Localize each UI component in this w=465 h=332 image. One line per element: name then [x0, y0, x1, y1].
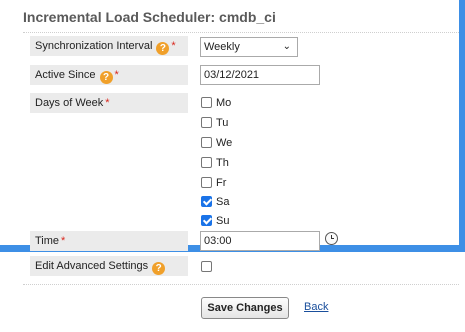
advanced-label-cell: Edit Advanced Settings?	[30, 256, 188, 276]
advanced-label: Edit Advanced Settings	[35, 260, 149, 272]
day-label-tu: Tu	[216, 117, 229, 129]
day-label-th: Th	[216, 157, 229, 169]
interval-label-cell: Synchronization Interval? *	[30, 36, 188, 56]
form-divider	[23, 284, 459, 285]
page-title: Incremental Load Scheduler: cmdb_ci	[23, 9, 276, 25]
day-label-sa: Sa	[216, 196, 230, 208]
save-changes-button[interactable]: Save Changes	[201, 297, 289, 319]
day-label-mo: Mo	[216, 97, 232, 109]
day-checkbox-su[interactable]	[201, 215, 212, 226]
day-label-su: Su	[216, 215, 230, 227]
back-link[interactable]: Back	[304, 301, 328, 313]
clock-icon[interactable]	[325, 232, 338, 245]
interval-select-value: Weekly	[204, 41, 240, 53]
days-of-week-label-cell: Days of Week *	[30, 93, 188, 113]
day-checkbox-we[interactable]	[201, 137, 212, 148]
help-icon[interactable]: ?	[156, 42, 170, 55]
time-value: 03:00	[204, 235, 232, 247]
day-checkbox-sa[interactable]	[201, 196, 212, 207]
day-label-we: We	[216, 137, 233, 149]
time-input[interactable]: 03:00	[200, 231, 320, 251]
active-since-input[interactable]: 03/12/2021	[200, 65, 320, 85]
help-icon[interactable]: ?	[99, 71, 113, 84]
time-label: Time	[35, 235, 60, 247]
required-marker: *	[61, 235, 66, 247]
title-divider	[23, 32, 459, 33]
day-checkbox-mo[interactable]	[201, 97, 212, 108]
interval-select[interactable]: Weekly ⌄	[200, 37, 298, 57]
active-since-value: 03/12/2021	[204, 69, 260, 81]
help-icon[interactable]: ?	[152, 262, 166, 275]
active-since-label: Active Since	[35, 69, 96, 81]
chevron-down-icon: ⌄	[282, 41, 291, 52]
advanced-settings-checkbox[interactable]	[201, 261, 212, 272]
actions-panel: Edit Advanced Settings? Save Changes Bac…	[0, 252, 465, 332]
time-label-cell: Time *	[30, 231, 188, 251]
day-checkbox-fr[interactable]	[201, 177, 212, 188]
day-label-fr: Fr	[216, 177, 227, 189]
required-marker: *	[171, 40, 176, 52]
interval-label: Synchronization Interval	[35, 40, 153, 52]
scheduler-panel: Incremental Load Scheduler: cmdb_ci Sync…	[0, 0, 459, 251]
day-checkbox-th[interactable]	[201, 157, 212, 168]
days-of-week-label: Days of Week	[35, 97, 104, 109]
required-marker: *	[105, 97, 110, 109]
day-checkbox-tu[interactable]	[201, 117, 212, 128]
active-since-label-cell: Active Since? *	[30, 65, 188, 85]
required-marker: *	[114, 69, 119, 81]
